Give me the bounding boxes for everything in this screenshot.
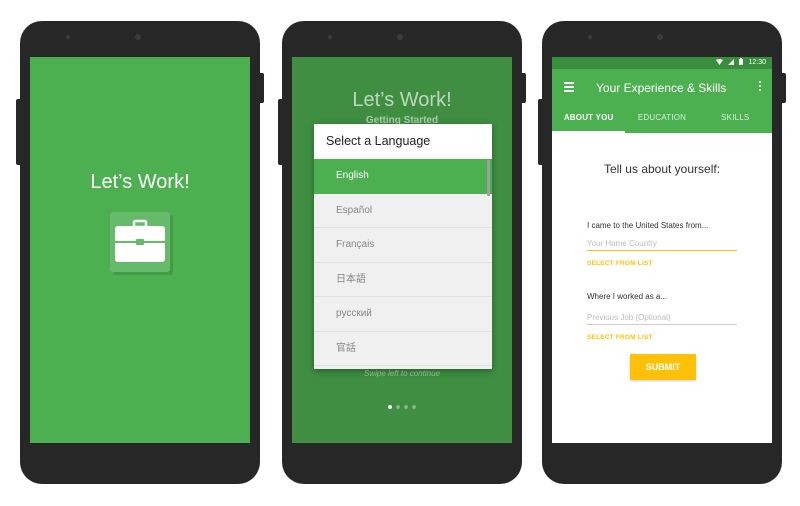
app-bar: Your Experience & Skills	[552, 69, 772, 105]
previous-job-input[interactable]: Previous Job (Optional)	[587, 313, 737, 325]
briefcase-icon	[110, 212, 170, 272]
volume-button	[538, 99, 542, 165]
earpiece-speaker	[657, 34, 663, 40]
language-option-english[interactable]: English	[314, 159, 492, 194]
status-bar: 12:30	[552, 57, 772, 69]
power-button	[260, 73, 264, 103]
language-dialog: Select a Language English Español França…	[314, 124, 492, 369]
volume-button	[16, 99, 20, 165]
page-dot[interactable]	[396, 405, 400, 409]
front-camera	[588, 35, 592, 39]
hamburger-menu-icon[interactable]	[564, 82, 574, 94]
earpiece-speaker	[135, 34, 141, 40]
volume-button	[278, 99, 282, 165]
front-camera	[328, 35, 332, 39]
more-options-icon[interactable]	[759, 81, 762, 93]
page-dot[interactable]	[412, 405, 416, 409]
signal-icon	[728, 58, 735, 67]
language-option-spanish[interactable]: Español	[314, 194, 492, 228]
phone-language: Let’s Work! Getting Started Select a Lan…	[278, 21, 526, 484]
tab-education[interactable]: EDUCATION	[625, 105, 698, 133]
language-option-mandarin[interactable]: 官話	[314, 332, 492, 366]
dialog-title: Select a Language	[314, 124, 492, 159]
language-option-french[interactable]: Français	[314, 228, 492, 263]
tab-about-you[interactable]: ABOUT YOU	[552, 105, 626, 133]
profile-screen: 12:30 Your Experience & Skills ABOUT YOU…	[552, 57, 772, 443]
earpiece-speaker	[397, 34, 403, 40]
page-dot[interactable]	[404, 405, 408, 409]
tab-bar: ABOUT YOU EDUCATION SKILLS	[552, 105, 772, 133]
previous-job-label: Where I worked as a...	[587, 292, 668, 301]
previous-job-select-link[interactable]: SELECT FROM LIST	[587, 334, 653, 341]
app-bar-title: Your Experience & Skills	[596, 81, 727, 95]
language-option-japanese[interactable]: 日本語	[314, 263, 492, 297]
status-time: 12:30	[748, 59, 766, 66]
front-camera	[66, 35, 70, 39]
phone-splash: Let’s Work!	[16, 21, 264, 484]
home-country-select-link[interactable]: SELECT FROM LIST	[587, 260, 653, 267]
submit-button[interactable]: SUBMIT	[630, 354, 696, 380]
tab-skills[interactable]: SKILLS	[699, 105, 772, 133]
page-dot[interactable]	[388, 405, 392, 409]
splash-screen: Let’s Work!	[30, 57, 250, 443]
phone-profile: 12:30 Your Experience & Skills ABOUT YOU…	[538, 21, 786, 484]
power-button	[522, 73, 526, 103]
splash-title: Let’s Work!	[90, 171, 190, 193]
home-country-label: I came to the United States from...	[587, 221, 709, 230]
language-screen: Let’s Work! Getting Started Select a Lan…	[292, 57, 512, 443]
language-option-russian[interactable]: русский	[314, 297, 492, 332]
onboarding-title: Let’s Work!	[352, 89, 452, 111]
swipe-hint: Swipe left to continue	[363, 369, 441, 378]
dialog-scrollbar[interactable]	[487, 160, 490, 196]
page-indicator	[292, 396, 512, 414]
battery-icon	[739, 58, 744, 67]
power-button	[782, 73, 786, 103]
wifi-icon	[716, 58, 724, 67]
home-country-input[interactable]: Your Home Country	[587, 239, 737, 251]
form-heading: Tell us about yourself:	[603, 162, 721, 176]
